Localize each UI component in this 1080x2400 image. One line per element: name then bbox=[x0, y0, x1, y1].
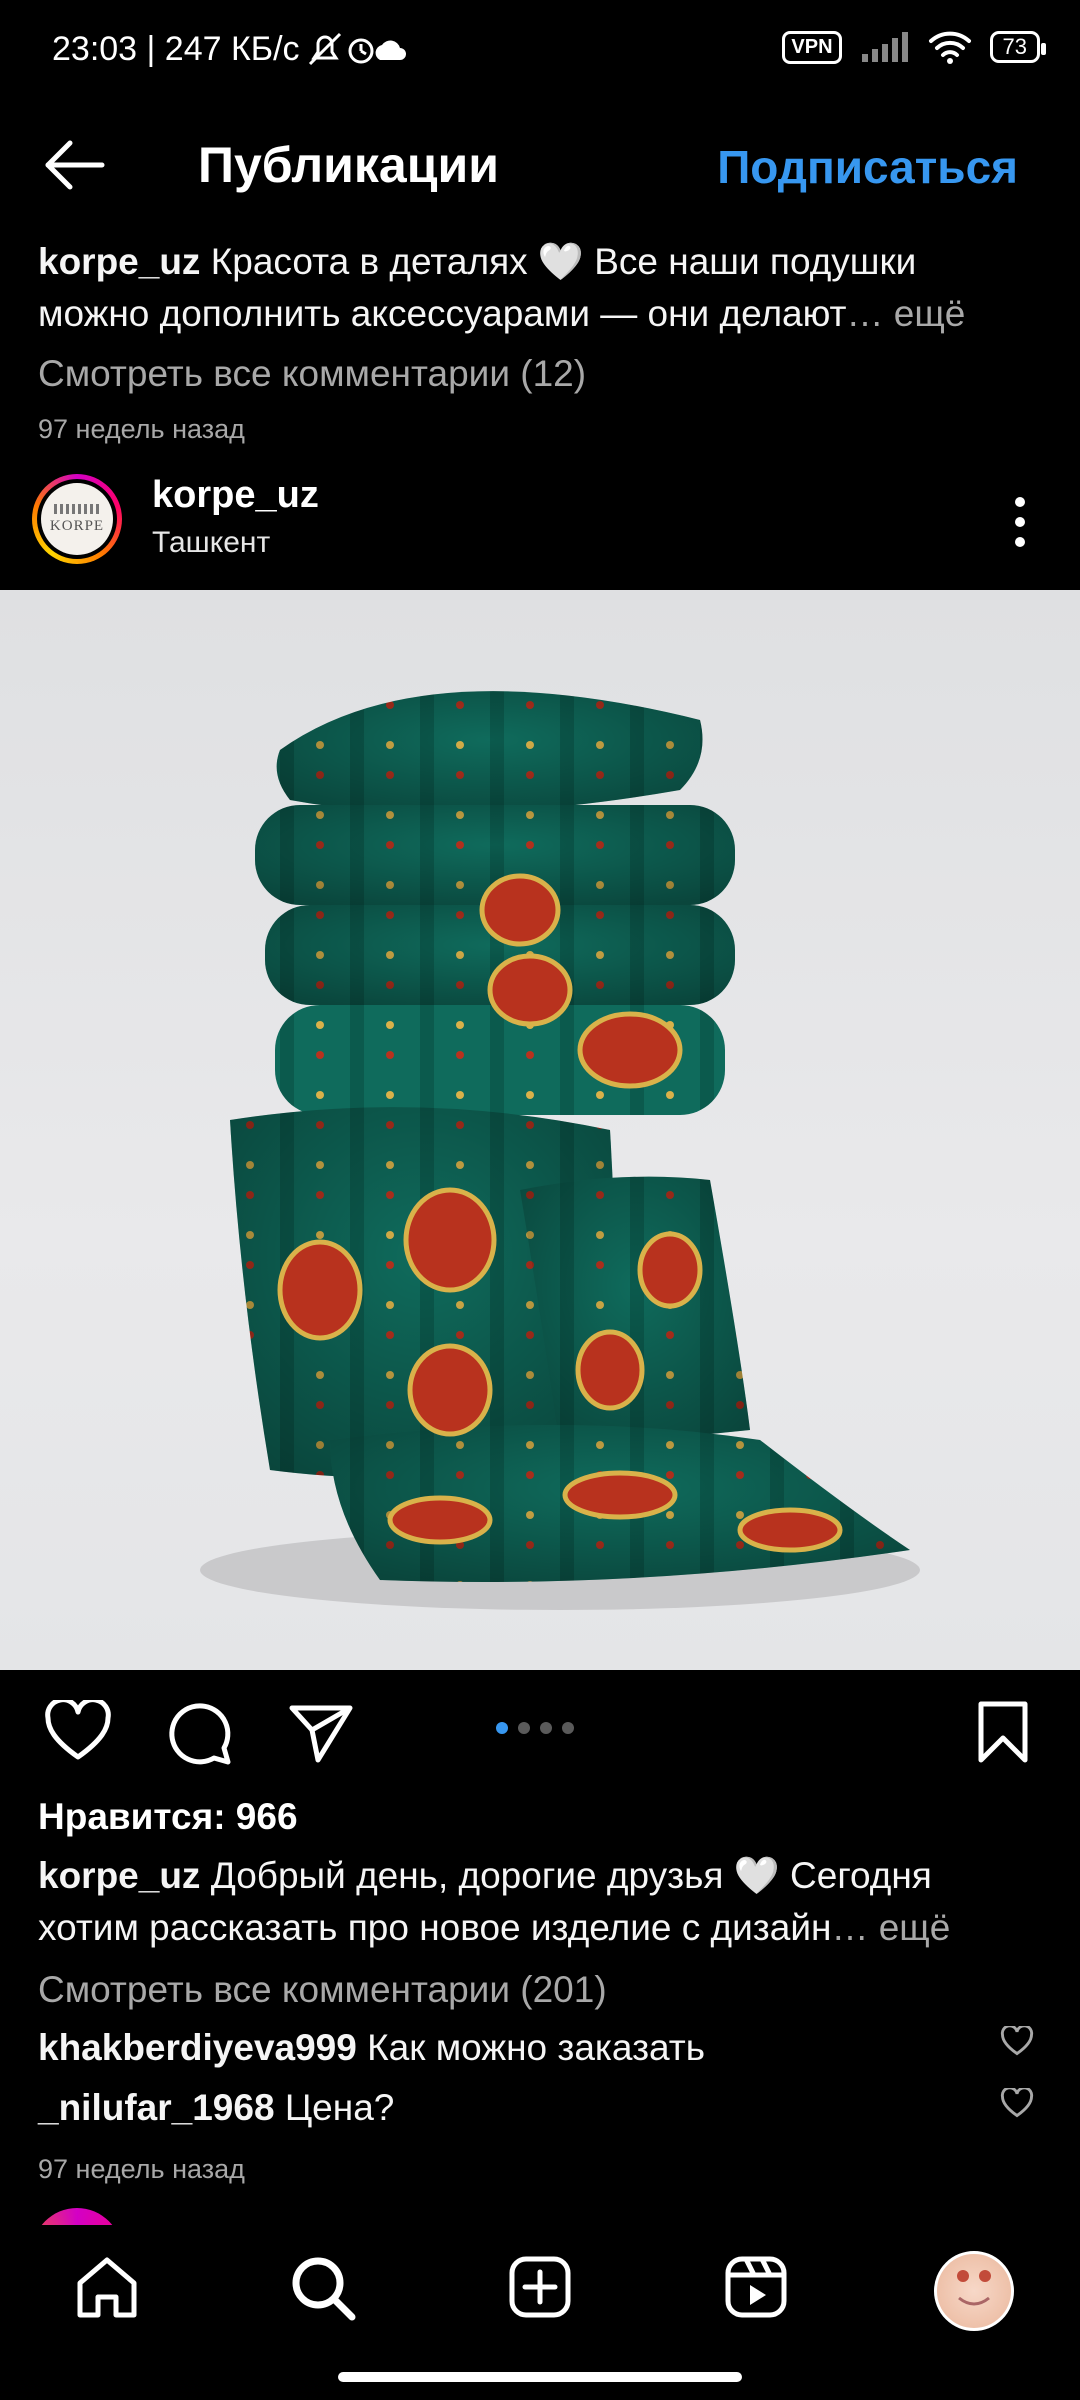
carousel-indicator bbox=[496, 1722, 574, 1734]
prev-caption-username[interactable]: korpe_uz bbox=[38, 241, 200, 282]
caption-line2: хотим рассказать про новое изделие с диз… bbox=[38, 1907, 832, 1948]
prev-view-comments[interactable]: Смотреть все комментарии (12) bbox=[38, 348, 586, 400]
prev-caption-line1: Красота в деталях 🤍 Все наши подушки bbox=[210, 241, 917, 282]
caption-username[interactable]: korpe_uz bbox=[38, 1855, 200, 1896]
vpn-badge: VPN bbox=[782, 30, 842, 64]
comment-like-button[interactable] bbox=[1000, 2024, 1034, 2061]
post-time: 97 недель назад bbox=[38, 2154, 245, 2184]
gesture-home-bar[interactable] bbox=[338, 2372, 742, 2382]
prev-caption-line2: можно дополнить аксессуарами — они делаю… bbox=[38, 293, 847, 334]
nav-profile[interactable] bbox=[934, 2251, 1014, 2331]
post-author-avatar[interactable]: KORPE bbox=[32, 474, 122, 564]
profile-avatar bbox=[957, 2270, 991, 2306]
nav-home[interactable] bbox=[74, 2255, 140, 2324]
post-image[interactable] bbox=[0, 590, 1080, 1670]
carousel-dot bbox=[518, 1722, 530, 1734]
avatar-logo-text: KORPE bbox=[49, 517, 105, 534]
prev-post-time: 97 недель назад bbox=[38, 414, 245, 444]
status-time: 23:03 | 247 КБ/с bbox=[52, 30, 300, 68]
post-caption: korpe_uz Добрый день, дорогие друзья 🤍 С… bbox=[38, 1850, 1048, 1954]
heart-icon bbox=[1000, 2024, 1034, 2056]
page-title: Публикации bbox=[198, 137, 499, 193]
caption-line1: Добрый день, дорогие друзья 🤍 Сегодня bbox=[210, 1855, 932, 1896]
bookmark-icon bbox=[978, 1701, 1028, 1763]
top-header: Публикации Подписаться bbox=[0, 110, 1080, 220]
nav-search[interactable] bbox=[290, 2255, 356, 2326]
view-all-comments[interactable]: Смотреть все комментарии (201) bbox=[38, 1964, 607, 2016]
comment-text: Как можно заказать bbox=[367, 2027, 706, 2068]
share-icon bbox=[289, 1705, 353, 1763]
save-button[interactable] bbox=[976, 1700, 1030, 1769]
comment-row: _nilufar_1968 Цена? bbox=[38, 2082, 394, 2134]
reels-icon bbox=[725, 2256, 787, 2318]
heart-icon bbox=[45, 1697, 111, 1760]
follow-button[interactable]: Подписаться bbox=[717, 132, 1018, 202]
status-bar: 23:03 | 247 КБ/с VPN 73 bbox=[0, 0, 1080, 110]
comment-row: khakberdiyeva999 Как можно заказать bbox=[38, 2022, 705, 2074]
comment-button[interactable] bbox=[166, 1700, 232, 1771]
heart-icon bbox=[1000, 2086, 1034, 2118]
carousel-dot bbox=[540, 1722, 552, 1734]
comment-like-button[interactable] bbox=[1000, 2086, 1034, 2123]
carousel-dot bbox=[496, 1722, 508, 1734]
status-icons-left bbox=[308, 30, 408, 75]
battery-indicator: 73 bbox=[989, 31, 1047, 63]
post-more-button[interactable] bbox=[1000, 494, 1040, 555]
more-icon bbox=[1015, 497, 1025, 547]
prev-caption: korpe_uz Красота в деталях 🤍 Все наши по… bbox=[38, 236, 1048, 340]
nav-create[interactable] bbox=[508, 2255, 572, 2324]
comment-icon bbox=[169, 1703, 231, 1765]
signal-icon bbox=[861, 32, 908, 62]
mute-alarm-cloud-icons bbox=[308, 32, 406, 66]
prev-more-link[interactable]: … ещё bbox=[847, 293, 966, 334]
create-icon bbox=[509, 2256, 571, 2318]
comment-username[interactable]: _nilufar_1968 bbox=[38, 2087, 275, 2128]
status-icons-right: VPN 73 bbox=[782, 30, 1047, 64]
post-location[interactable]: Ташкент bbox=[152, 526, 270, 560]
wifi-icon bbox=[928, 31, 971, 64]
pillows-photo bbox=[200, 691, 920, 1610]
back-arrow-icon bbox=[45, 140, 105, 190]
caption-more-link[interactable]: … ещё bbox=[831, 1907, 950, 1948]
home-icon bbox=[77, 2257, 137, 2318]
post-author-username[interactable]: korpe_uz bbox=[152, 474, 319, 517]
search-icon bbox=[292, 2257, 356, 2321]
share-button[interactable] bbox=[288, 1702, 354, 1769]
nav-reels[interactable] bbox=[724, 2255, 788, 2324]
comment-username[interactable]: khakberdiyeva999 bbox=[38, 2027, 357, 2068]
likes-count[interactable]: Нравится: 966 bbox=[38, 1796, 298, 1838]
carousel-dot bbox=[562, 1722, 574, 1734]
like-button[interactable] bbox=[44, 1697, 112, 1767]
back-button[interactable] bbox=[40, 130, 120, 200]
comment-text: Цена? bbox=[284, 2087, 395, 2128]
